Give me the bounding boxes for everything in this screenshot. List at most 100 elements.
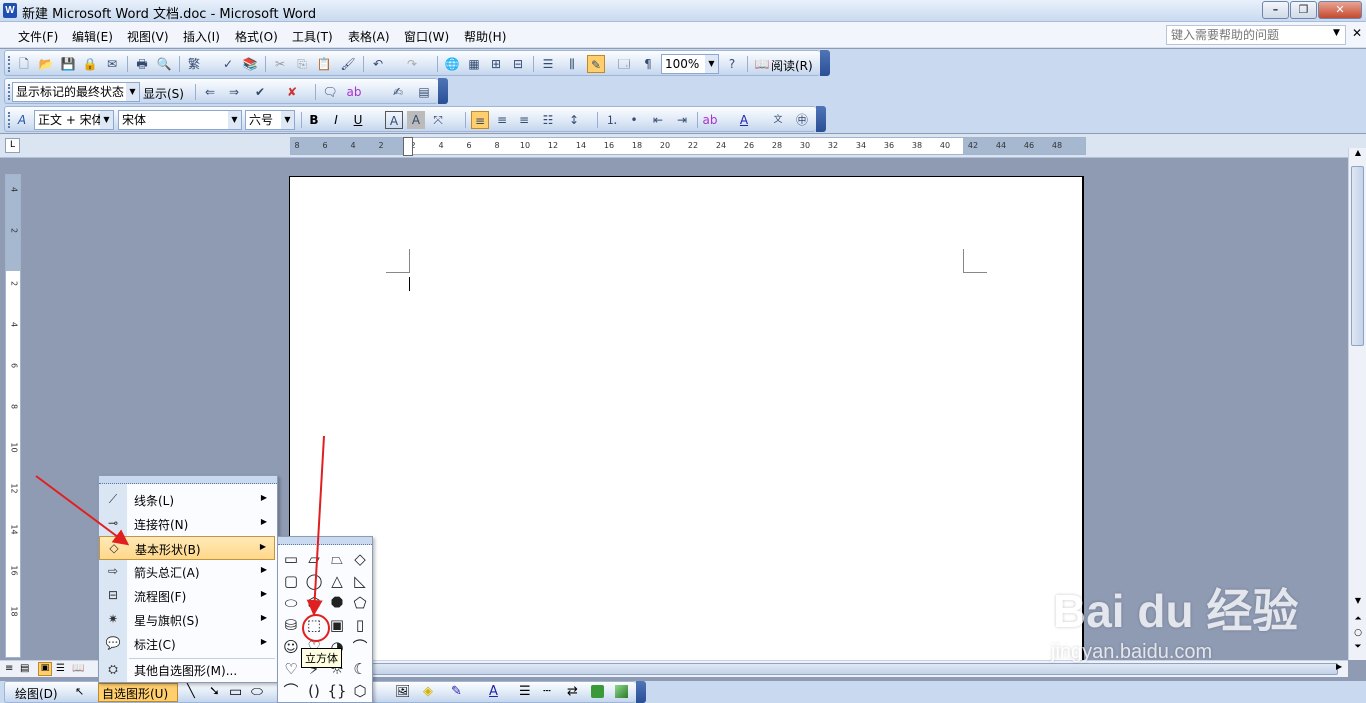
align-center-icon[interactable]: ≡ [493, 111, 511, 129]
shape-option[interactable]: ▱ [303, 548, 325, 570]
show-markup-button[interactable]: 显示(S) [143, 85, 184, 102]
italic-button[interactable]: I [327, 111, 345, 129]
insert-picture-icon[interactable]: 🖼 [395, 684, 410, 698]
close-button[interactable]: ✕ [1318, 1, 1362, 19]
shape-option[interactable]: ⌒ [349, 636, 371, 658]
select-objects-icon[interactable]: ↖ [75, 685, 84, 698]
char-scaling-icon[interactable]: ⤧ [429, 111, 447, 129]
indent-marker[interactable] [403, 137, 413, 156]
font-combo[interactable]: 宋体 ▼ [118, 110, 242, 130]
shape-option[interactable]: ◺ [349, 570, 371, 592]
insert-comment-icon[interactable]: 🗨 [321, 83, 339, 101]
shape-option[interactable]: △ [326, 570, 348, 592]
web-view-icon[interactable]: ▤ [20, 663, 29, 674]
rectangle-tool-icon[interactable]: ▭ [229, 684, 242, 700]
align-right-icon[interactable]: ≡ [515, 111, 533, 129]
autoshapes-button[interactable]: 自选图形(U) [98, 683, 178, 702]
drawing-icon[interactable]: ✎ [587, 55, 605, 73]
menu-file[interactable]: 文件(F) [18, 28, 58, 45]
traditional-chinese-icon[interactable]: 繁 [185, 55, 203, 73]
markup-dropdown-icon[interactable]: ▼ [126, 83, 139, 101]
toolbar-grip[interactable] [8, 84, 11, 100]
spelling-icon[interactable]: ✓ [219, 55, 237, 73]
shape-option[interactable]: ☾ [349, 658, 371, 680]
vertical-ruler[interactable]: 4 2 2 4 6 8 10 12 14 16 18 [5, 174, 21, 658]
next-change-icon[interactable]: ⇒ [225, 83, 243, 101]
redo-icon[interactable]: ↷ [403, 55, 421, 73]
menu-edit[interactable]: 编辑(E) [72, 28, 113, 45]
palette-drag-handle[interactable] [278, 537, 372, 545]
line-spacing-icon[interactable]: ↕ [565, 111, 583, 129]
shape-option[interactable]: ⬡ [303, 592, 325, 614]
shape-option[interactable]: ⬠ [349, 592, 371, 614]
email-icon[interactable]: ✉ [103, 55, 121, 73]
3d-style-icon[interactable] [615, 685, 628, 698]
increase-indent-icon[interactable]: ⇥ [673, 111, 691, 129]
menu-drag-handle[interactable] [99, 476, 277, 484]
undo-icon[interactable]: ↶ [369, 55, 387, 73]
research-icon[interactable]: 📚 [241, 55, 259, 73]
decrease-indent-icon[interactable]: ⇤ [649, 111, 667, 129]
outline-view-icon[interactable]: ☰ [56, 663, 65, 674]
menu-item-flowchart[interactable]: ⊟ 流程图(F) ▶ [99, 584, 275, 608]
scroll-down-icon[interactable]: ▼ [1350, 596, 1366, 605]
document-page[interactable] [289, 176, 1084, 666]
style-dropdown-icon[interactable]: ▼ [100, 111, 113, 129]
copy-icon[interactable]: ⎘ [293, 55, 311, 73]
shape-option[interactable]: {} [326, 680, 348, 702]
toolbar-options-icon[interactable] [820, 50, 830, 76]
font-color-icon[interactable]: A [735, 111, 753, 129]
shadow-style-icon[interactable] [591, 685, 604, 698]
paste-icon[interactable]: 📋 [315, 55, 333, 73]
shape-option[interactable]: ⬭ [280, 592, 302, 614]
hyperlink-icon[interactable]: 🌐 [443, 55, 461, 73]
toolbar-options-icon[interactable] [636, 681, 646, 703]
distributed-icon[interactable]: ☷ [539, 111, 557, 129]
menu-tools[interactable]: 工具(T) [292, 28, 333, 45]
shape-option[interactable]: ⯃ [326, 592, 348, 614]
reject-change-icon[interactable]: ✘ [283, 83, 301, 101]
toolbar-grip[interactable] [8, 112, 11, 128]
menu-item-basic-shapes[interactable]: ◇ 基本形状(B) ▶ [99, 536, 275, 560]
menu-window[interactable]: 窗口(W) [404, 28, 449, 45]
doc-map-icon[interactable]: ⫼ [563, 55, 581, 73]
cut-icon[interactable]: ✂ [271, 55, 289, 73]
insert-excel-icon[interactable]: ⊟ [509, 55, 527, 73]
menu-insert[interactable]: 插入(I) [183, 28, 220, 45]
print-icon[interactable]: 🖶 [133, 55, 151, 73]
track-changes-icon[interactable]: ✍ [389, 83, 407, 101]
print-preview-icon[interactable]: 🔍 [155, 55, 173, 73]
read-button[interactable]: 阅读(R) [771, 57, 813, 74]
format-painter-icon[interactable]: 🖌 [339, 55, 357, 73]
browse-object-icon[interactable]: ○ [1350, 628, 1366, 638]
line-style-icon[interactable]: ☰ [519, 684, 531, 699]
menu-item-more-autoshapes[interactable]: ⛭ 其他自选图形(M)... [99, 658, 275, 682]
help-icon[interactable]: ? [723, 55, 741, 73]
doc-close-icon[interactable]: ✕ [1352, 26, 1362, 40]
numbering-icon[interactable]: ⒈ [603, 111, 621, 129]
permission-icon[interactable]: 🔒 [81, 55, 99, 73]
shape-option[interactable]: ⬡ [349, 680, 371, 702]
menu-view[interactable]: 视图(V) [127, 28, 169, 45]
highlight-icon[interactable]: ab [345, 83, 363, 101]
prev-page-icon[interactable]: ⏶ [1350, 614, 1366, 624]
zoom-dropdown-icon[interactable]: ▼ [705, 55, 718, 73]
open-icon[interactable]: 📂 [37, 55, 55, 73]
align-justify-icon[interactable]: ≡ [471, 111, 489, 129]
shape-option[interactable]: ▢ [280, 570, 302, 592]
menu-help[interactable]: 帮助(H) [464, 28, 506, 45]
toolbar-grip[interactable] [8, 56, 11, 72]
print-view-icon[interactable]: ▣ [38, 662, 52, 676]
shape-option[interactable]: ▭ [280, 548, 302, 570]
shape-option[interactable]: () [303, 680, 325, 702]
horizontal-ruler[interactable]: 8 6 4 2 2 4 6 8 10 12 14 16 18 20 22 24 26 28 30 32 34 36 38 40… [290, 137, 1086, 156]
bold-button[interactable]: B [305, 111, 323, 129]
scroll-up-icon[interactable]: ▲ [1350, 148, 1366, 162]
scroll-thumb[interactable] [1351, 166, 1364, 346]
menu-item-stars-banners[interactable]: ✷ 星与旗帜(S) ▶ [99, 608, 275, 632]
shape-option[interactable]: ⛁ [280, 614, 302, 636]
draw-menu-button[interactable]: 绘图(D) [15, 685, 58, 702]
underline-button[interactable]: U [349, 111, 367, 129]
shape-option[interactable]: ♡ [280, 658, 302, 680]
new-icon[interactable]: 🗋 [15, 55, 33, 73]
